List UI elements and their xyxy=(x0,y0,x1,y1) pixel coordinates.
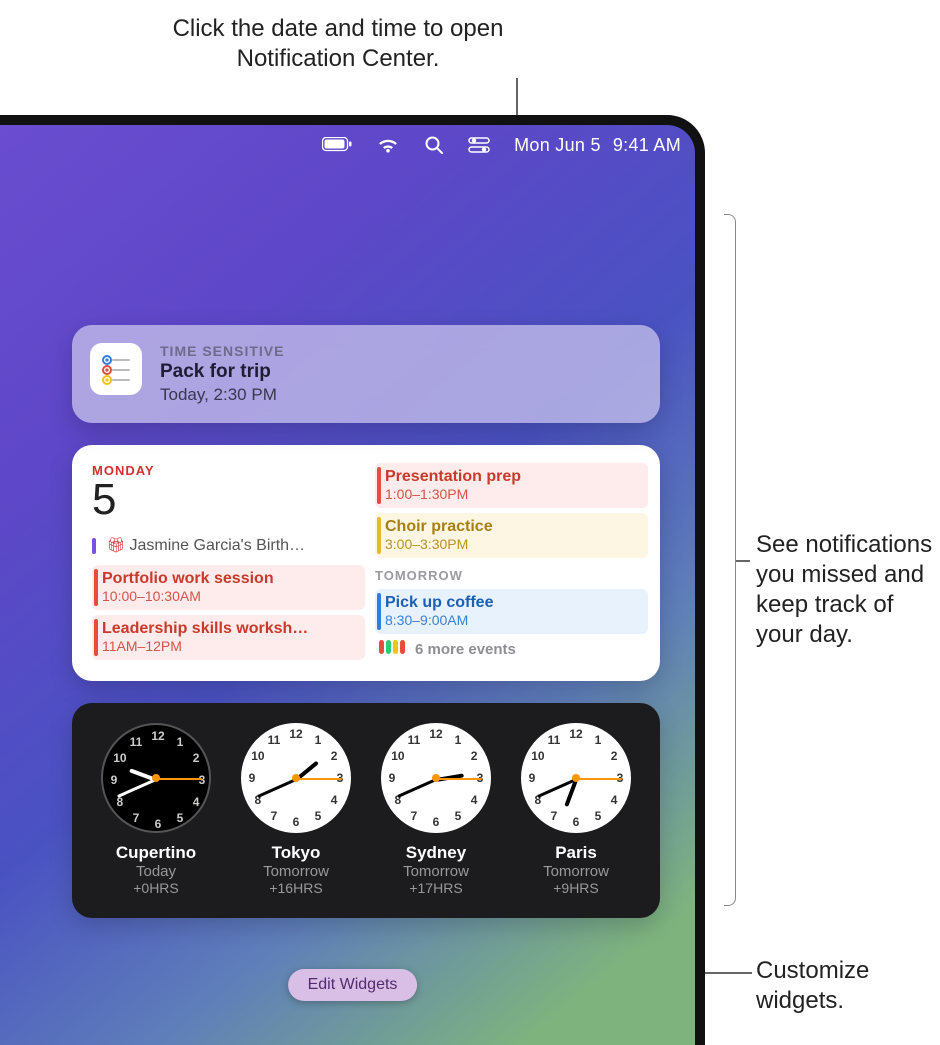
callout-top: Click the date and time to open Notifica… xyxy=(168,14,508,74)
edit-widgets-button[interactable]: Edit Widgets xyxy=(288,969,418,1001)
clock-offset: +17HRS xyxy=(371,880,501,896)
world-clock-widget[interactable]: 123456789101112 Cupertino Today +0HRS 12… xyxy=(72,703,660,918)
clock-face: 123456789101112 xyxy=(521,723,631,833)
clock-offset: +16HRS xyxy=(231,880,361,896)
clock-city: Cupertino xyxy=(91,843,221,863)
clock-offset: +9HRS xyxy=(511,880,641,896)
notification-subtitle: Today, 2:30 PM xyxy=(160,385,284,405)
clock-item: 123456789101112 Sydney Tomorrow +17HRS xyxy=(371,723,501,896)
menubar: Mon Jun 5 9:41 AM xyxy=(322,127,681,163)
device-screen: Mon Jun 5 9:41 AM TIME SENSITIVE Pack fo… xyxy=(0,115,705,1045)
battery-icon[interactable] xyxy=(322,137,352,153)
clock-city: Tokyo xyxy=(231,843,361,863)
calendar-event: Portfolio work session 10:00–10:30AM xyxy=(92,565,365,610)
calendar-more-events: 6 more events xyxy=(375,640,648,659)
calendar-tomorrow-label: TOMORROW xyxy=(375,568,648,583)
gift-icon: 🎁︎ xyxy=(106,537,125,554)
callout-right: See notifications you missed and keep tr… xyxy=(756,530,936,650)
clock-city: Sydney xyxy=(371,843,501,863)
notification-category: TIME SENSITIVE xyxy=(160,343,284,359)
clock-item: 123456789101112 Tokyo Tomorrow +16HRS xyxy=(231,723,361,896)
clock-day: Tomorrow xyxy=(511,863,641,880)
calendar-event: Leadership skills worksh… 11AM–12PM xyxy=(92,615,365,660)
menubar-time: 9:41 AM xyxy=(613,135,681,156)
clock-day: Tomorrow xyxy=(231,863,361,880)
clock-item: 123456789101112 Cupertino Today +0HRS xyxy=(91,723,221,896)
clock-day: Tomorrow xyxy=(371,863,501,880)
clock-item: 123456789101112 Paris Tomorrow +9HRS xyxy=(511,723,641,896)
calendar-event: Pick up coffee 8:30–9:00AM xyxy=(375,589,648,634)
clock-city: Paris xyxy=(511,843,641,863)
callout-line xyxy=(736,560,750,562)
menubar-datetime[interactable]: Mon Jun 5 9:41 AM xyxy=(514,135,681,156)
reminders-app-icon xyxy=(90,343,142,395)
calendar-day-label: MONDAY xyxy=(92,463,365,478)
notification-card[interactable]: TIME SENSITIVE Pack for trip Today, 2:30… xyxy=(72,325,660,423)
calendar-event: Choir practice 3:00–3:30PM xyxy=(375,513,648,558)
clock-day: Today xyxy=(91,863,221,880)
wifi-icon[interactable] xyxy=(376,136,400,154)
search-icon[interactable] xyxy=(424,135,444,155)
clock-offset: +0HRS xyxy=(91,880,221,896)
calendar-birthday: 🎁︎Jasmine Garcia's Birth… xyxy=(92,532,365,560)
control-center-icon[interactable] xyxy=(468,136,490,154)
callout-bottom: Customize widgets. xyxy=(756,956,926,1016)
clock-face: 123456789101112 xyxy=(101,723,211,833)
clock-face: 123456789101112 xyxy=(381,723,491,833)
calendar-event: Presentation prep 1:00–1:30PM xyxy=(375,463,648,508)
calendar-day-number: 5 xyxy=(92,478,365,522)
notification-center: TIME SENSITIVE Pack for trip Today, 2:30… xyxy=(72,325,660,940)
calendar-widget[interactable]: MONDAY 5 🎁︎Jasmine Garcia's Birth… Portf… xyxy=(72,445,660,681)
notification-title: Pack for trip xyxy=(160,361,284,383)
callout-bracket xyxy=(724,214,736,906)
clock-face: 123456789101112 xyxy=(241,723,351,833)
menubar-date: Mon Jun 5 xyxy=(514,135,601,156)
